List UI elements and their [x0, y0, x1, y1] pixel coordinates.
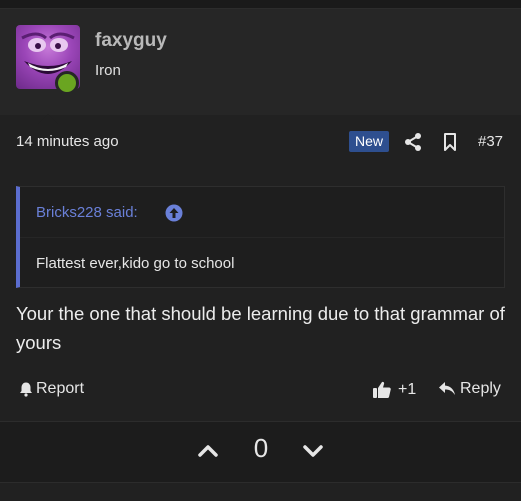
quote-text: Flattest ever,kido go to school — [36, 255, 235, 272]
online-status-indicator — [55, 71, 79, 95]
like-button[interactable]: +1 — [372, 380, 416, 400]
post-message: Your the one that should be learning due… — [16, 303, 505, 353]
post-actions: Report +1 Reply — [0, 374, 521, 406]
user-block-pointer — [38, 114, 58, 124]
chevron-down-icon — [303, 445, 323, 457]
post-meta-row: 14 minutes ago New #37 — [0, 125, 521, 159]
downvote-button[interactable] — [302, 440, 324, 462]
quote-block: Bricks228 said: Flattest ever,kido go to… — [16, 186, 505, 288]
post-number-link[interactable]: #37 — [478, 133, 503, 150]
reply-label: Reply — [460, 380, 501, 397]
share-icon[interactable] — [404, 132, 422, 152]
username[interactable]: faxyguy — [95, 30, 167, 52]
quote-author[interactable]: Bricks228 said: — [36, 204, 138, 221]
reply-button[interactable]: Reply — [438, 380, 501, 398]
like-count: +1 — [398, 381, 417, 398]
thumbs-up-icon — [373, 381, 391, 398]
previous-post-edge — [0, 0, 521, 9]
post-timestamp[interactable]: 14 minutes ago — [16, 133, 119, 150]
report-label: Report — [36, 380, 85, 397]
quote-divider — [20, 237, 504, 238]
new-badge: New — [349, 131, 390, 152]
bookmark-icon[interactable] — [442, 132, 458, 152]
report-button[interactable]: Report — [18, 380, 84, 398]
bell-icon — [20, 382, 32, 397]
upvote-button[interactable] — [197, 440, 219, 462]
vote-bar: 0 — [0, 422, 521, 482]
arrow-up-circle-icon[interactable] — [165, 204, 183, 222]
vote-score: 0 — [253, 433, 269, 463]
user-info-block: faxyguy Iron — [0, 9, 521, 124]
next-post-edge — [0, 482, 521, 501]
reply-arrow-icon — [439, 382, 455, 395]
user-title: Iron — [95, 62, 121, 79]
chevron-up-icon — [198, 445, 218, 457]
